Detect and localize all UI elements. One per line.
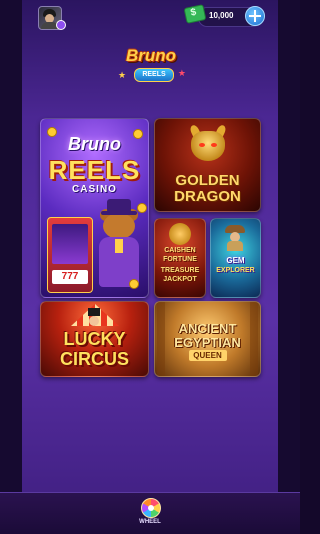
game-tile-gem-explorer[interactable]: GEM EXPLORER xyxy=(210,218,261,298)
game-title-line: CIRCUS xyxy=(59,349,129,369)
coin-icon xyxy=(129,279,139,289)
game-title-line: CAISHEN xyxy=(164,247,196,254)
slot-reels: 777 xyxy=(52,270,88,284)
balance-pill[interactable]: 10,000 xyxy=(183,4,265,27)
game-tile-lucky-circus[interactable]: LUCKY CIRCUS xyxy=(40,301,149,377)
game-title-line: REELS xyxy=(48,155,141,185)
logo-star-icon: ★ xyxy=(118,70,127,80)
bear-tie xyxy=(115,239,123,253)
app-logo: Bruno ★ REELS ★ xyxy=(118,44,190,86)
logo-brand-bottom: REELS xyxy=(134,68,174,82)
right-gutter xyxy=(278,0,300,533)
game-title-line: GOLDEN xyxy=(175,172,240,189)
game-title-line: FORTUNE xyxy=(163,256,197,263)
wheel-nav-label: WHEEL xyxy=(139,519,161,525)
bear-head xyxy=(103,213,135,239)
game-tile-caishen-fortune[interactable]: CAISHEN FORTUNE TREASURE JACKPOT xyxy=(154,218,206,298)
logo-brand-top: Bruno xyxy=(126,46,177,65)
ringmaster-art xyxy=(85,308,103,328)
game-title-line: CASINO xyxy=(72,184,117,195)
dragon-head xyxy=(191,131,225,161)
logo-star-icon: ★ xyxy=(177,68,186,78)
caishen-art xyxy=(169,223,191,245)
ringmaster-face xyxy=(89,316,99,326)
top-bar: 10,000 xyxy=(22,0,278,34)
game-title-line: GEM xyxy=(226,256,245,265)
app-screen: 10,000 Bruno ★ REELS ★ Bruno REELS CASIN… xyxy=(0,0,300,534)
bear-mascot-art xyxy=(95,199,143,291)
game-title-line: TREASURE xyxy=(160,267,200,274)
game-title-line: Bruno xyxy=(68,134,121,154)
slot-screen-art xyxy=(52,224,88,264)
coin-icon xyxy=(47,127,57,137)
wheel-nav-button[interactable]: WHEEL xyxy=(139,498,161,526)
game-title-line: LUCKY xyxy=(63,329,126,349)
game-title-line: QUEEN xyxy=(193,351,222,360)
game-title-line: ANCIENT xyxy=(178,321,237,336)
slot-machine-art: 777 xyxy=(47,217,93,293)
balance-amount: 10,000 xyxy=(209,11,234,20)
game-title-line: DRAGON xyxy=(174,188,241,205)
game-tile-golden-dragon[interactable]: GOLDEN DRAGON xyxy=(154,118,261,212)
game-title-line: EXPLORER xyxy=(216,267,255,274)
ringmaster-hat xyxy=(88,308,100,316)
game-tile-bruno-reels-casino[interactable]: Bruno REELS CASINO 777 xyxy=(40,118,149,298)
wheel-icon xyxy=(141,498,161,518)
cash-icon xyxy=(183,4,207,24)
dragon-eye xyxy=(199,143,205,147)
game-title-line: EGYPTIAN xyxy=(174,335,241,350)
game-title-line: JACKPOT xyxy=(163,276,197,283)
dragon-eye xyxy=(211,143,217,147)
coin-icon xyxy=(137,203,147,213)
coin-icon xyxy=(133,129,143,139)
level-badge-icon xyxy=(56,20,66,30)
bear-hat xyxy=(107,199,131,213)
dragon-art xyxy=(185,123,231,167)
explorer-art xyxy=(225,225,245,251)
left-gutter xyxy=(0,0,22,533)
explorer-shirt xyxy=(227,241,243,251)
game-tile-ancient-egyptian-queen[interactable]: ANCIENT EGYPTIAN QUEEN xyxy=(154,301,261,377)
add-currency-button[interactable] xyxy=(245,6,265,26)
